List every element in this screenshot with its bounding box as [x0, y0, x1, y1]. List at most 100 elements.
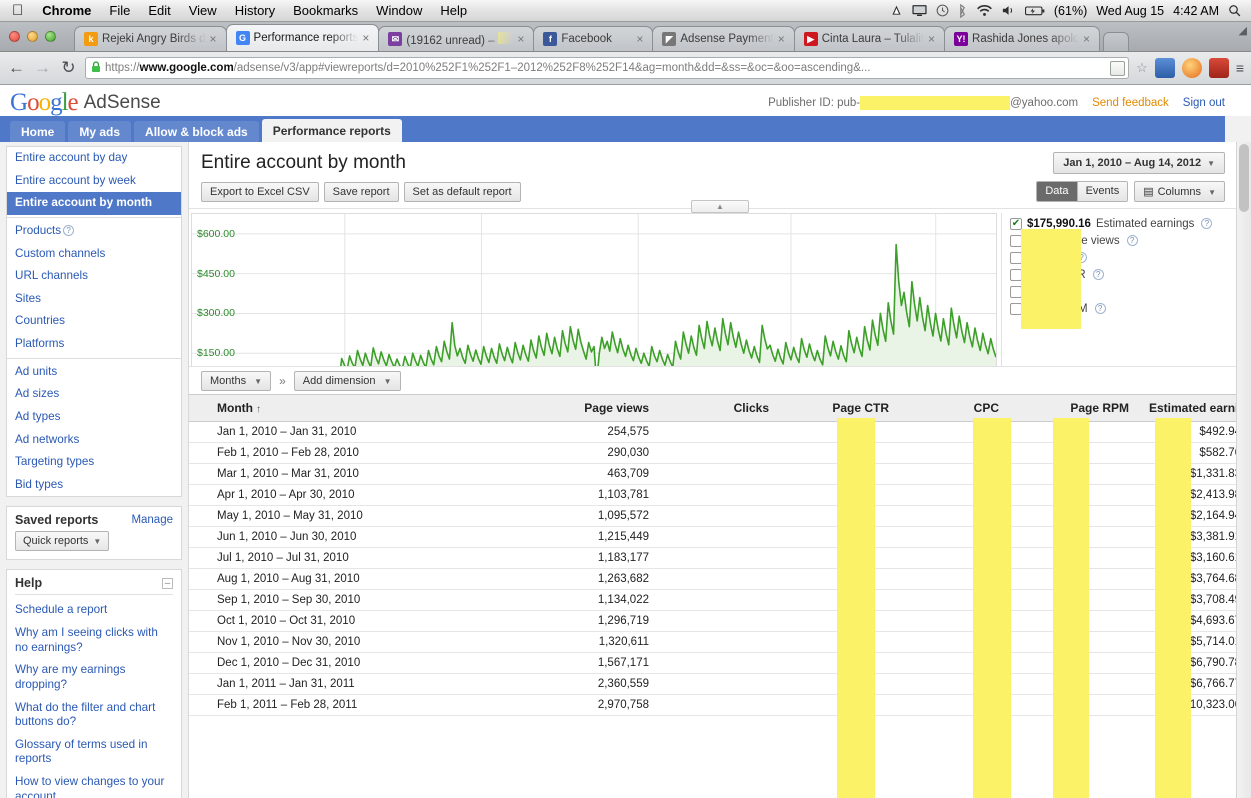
sidebar-item-ad-networks[interactable]: Ad networks: [7, 429, 181, 452]
sidebar-item-why-are-my-earnings-dropping[interactable]: Why are my earnings dropping?: [7, 659, 181, 696]
window-zoom-button[interactable]: [45, 31, 56, 42]
menu-item-file[interactable]: File: [100, 3, 139, 18]
display-icon[interactable]: [912, 4, 927, 17]
nav-tab-my-ads[interactable]: My ads: [68, 121, 132, 142]
table-header-clicks[interactable]: Clicks: [659, 394, 779, 422]
table-row[interactable]: Mar 1, 2010 – Mar 31, 2010 463,709 $1,331.…: [189, 463, 1251, 485]
tab-close-icon[interactable]: ×: [362, 31, 372, 45]
bookmark-star-icon[interactable]: ☆: [1136, 60, 1148, 76]
sidebar-item-platforms[interactable]: Platforms: [7, 333, 181, 356]
help-question-icon[interactable]: ?: [1201, 218, 1213, 229]
sidebar-item-ad-sizes[interactable]: Ad sizes: [7, 383, 181, 406]
chart-resize-handle[interactable]: ▲: [691, 200, 749, 213]
menu-item-edit[interactable]: Edit: [139, 3, 179, 18]
address-bar[interactable]: https://www.google.com/adsense/v3/app#vi…: [85, 57, 1130, 79]
table-row[interactable]: Jun 1, 2010 – Jun 30, 2010 1,215,449 $3,38…: [189, 526, 1251, 548]
table-row[interactable]: Dec 1, 2010 – Dec 31, 2010 1,567,171 $6,79…: [189, 652, 1251, 674]
table-row[interactable]: Jul 1, 2010 – Jul 31, 2010 1,183,177 $3,16…: [189, 547, 1251, 569]
sidebar-item-url-channels[interactable]: URL channels: [7, 265, 181, 288]
tab-close-icon[interactable]: ×: [517, 32, 527, 46]
sidebar-item-schedule-a-report[interactable]: Schedule a report: [7, 599, 181, 622]
set-as-default-report-button[interactable]: Set as default report: [403, 182, 521, 202]
table-header-page-views[interactable]: Page views: [489, 394, 659, 422]
tab-close-icon[interactable]: ×: [636, 32, 646, 46]
timemachine-icon[interactable]: [936, 4, 949, 17]
window-close-button[interactable]: [9, 31, 20, 42]
sidebar-item-custom-channels[interactable]: Custom channels: [7, 243, 181, 266]
add-dimension-button[interactable]: Add dimension ▼: [293, 370, 401, 391]
sidebar-item-ad-types[interactable]: Ad types: [7, 406, 181, 429]
help-question-icon[interactable]: ?: [1126, 235, 1138, 246]
table-row[interactable]: Nov 1, 2010 – Nov 30, 2010 1,320,611 $5,71…: [189, 631, 1251, 653]
tab-close-icon[interactable]: ×: [928, 32, 938, 46]
dimension-months-dropdown[interactable]: Months ▼: [201, 370, 272, 391]
expand-dimensions-icon[interactable]: »: [279, 374, 286, 388]
menu-item-window[interactable]: Window: [367, 3, 431, 18]
tab-close-icon[interactable]: ×: [1083, 32, 1093, 46]
reload-button[interactable]: ↻: [59, 58, 78, 78]
window-resize-handle[interactable]: ◢: [1239, 24, 1247, 37]
browser-tab-5[interactable]: ▶ Cinta Laura – Tulalit ×: [793, 26, 946, 51]
sidebar-item-entire-account-by-day[interactable]: Entire account by day: [7, 147, 181, 170]
window-minimize-button[interactable]: [27, 31, 38, 42]
browser-tab-3[interactable]: f Facebook ×: [533, 26, 654, 51]
browser-tab-6[interactable]: Y! Rashida Jones apolog ×: [944, 26, 1101, 51]
columns-button[interactable]: ▤ Columns ▼: [1134, 181, 1225, 202]
nav-tab-home[interactable]: Home: [10, 121, 66, 142]
browser-tab-4[interactable]: ◤ Adsense Payment ×: [652, 26, 795, 51]
sidebar-item-targeting-types[interactable]: Targeting types: [7, 451, 181, 474]
sign-out-link[interactable]: Sign out: [1183, 97, 1225, 109]
menu-item-chrome[interactable]: Chrome: [33, 3, 100, 18]
wifi-icon[interactable]: [976, 4, 993, 17]
manage-saved-reports-link[interactable]: Manage: [131, 514, 173, 526]
volume-icon[interactable]: [1002, 4, 1016, 17]
scrollbar-thumb[interactable]: [1239, 144, 1249, 212]
sidebar-item-bid-types[interactable]: Bid types: [7, 474, 181, 497]
sidebar-item-what-do-the-filter-and-chart-buttons-do[interactable]: What do the filter and chart buttons do?: [7, 697, 181, 734]
back-button[interactable]: ←: [7, 58, 26, 78]
sidebar-item-ad-units[interactable]: Ad units: [7, 361, 181, 384]
table-row[interactable]: Oct 1, 2010 – Oct 31, 2010 1,296,719 $4,69…: [189, 610, 1251, 632]
chrome-menu-icon[interactable]: ≡: [1236, 60, 1244, 76]
tab-close-icon[interactable]: ×: [778, 32, 788, 46]
table-row[interactable]: May 1, 2010 – May 31, 2010 1,095,572 $2,16…: [189, 505, 1251, 527]
legend-checkbox[interactable]: ✔: [1010, 217, 1022, 230]
browser-tab-1[interactable]: G Performance reports ×: [225, 24, 380, 51]
apple-logo-icon[interactable]: : [12, 3, 23, 18]
tab-events[interactable]: Events: [1076, 182, 1128, 201]
sidebar-item-products[interactable]: Products?: [7, 220, 181, 243]
sidebar-item-why-am-i-seeing-clicks-with-no-earnings[interactable]: Why am I seeing clicks with no earnings?: [7, 622, 181, 659]
table-row[interactable]: Aug 1, 2010 – Aug 31, 2010 1,263,682 $3,76…: [189, 568, 1251, 590]
sidebar-item-how-to-view-changes-to-your-account[interactable]: How to view changes to your account: [7, 771, 181, 798]
new-tab-button[interactable]: [1103, 32, 1130, 51]
menu-item-history[interactable]: History: [226, 3, 284, 18]
help-question-icon[interactable]: ?: [63, 224, 75, 236]
nav-tab-allow-block-ads[interactable]: Allow & block ads: [134, 121, 259, 142]
table-row[interactable]: Apr 1, 2010 – Apr 30, 2010 1,103,781 $2,41…: [189, 484, 1251, 506]
menu-item-view[interactable]: View: [180, 3, 226, 18]
tab-close-icon[interactable]: ×: [210, 32, 220, 46]
nav-tab-performance-reports[interactable]: Performance reports: [261, 119, 402, 142]
sidebar-item-sites[interactable]: Sites: [7, 288, 181, 311]
table-row[interactable]: Jan 1, 2010 – Jan 31, 2010 254,575 $492.94: [189, 421, 1251, 443]
table-header-month[interactable]: Month ↑: [189, 394, 489, 422]
extension-icon-red[interactable]: [1208, 58, 1229, 78]
tab-data[interactable]: Data: [1037, 182, 1077, 201]
date-range-picker[interactable]: Jan 1, 2010 – Aug 14, 2012 ▼: [1053, 152, 1225, 174]
browser-tab-2[interactable]: ✉ (19162 unread) – ×: [378, 26, 535, 51]
help-question-icon[interactable]: ?: [1094, 303, 1106, 314]
bluetooth-icon[interactable]: [958, 3, 967, 18]
forward-button[interactable]: →: [33, 58, 52, 78]
page-scrollbar[interactable]: [1236, 142, 1251, 798]
sidebar-item-entire-account-by-month[interactable]: Entire account by month: [7, 192, 181, 215]
table-row[interactable]: Feb 1, 2010 – Feb 28, 2010 290,030 $582.76: [189, 442, 1251, 464]
help-collapse-button[interactable]: –: [162, 577, 173, 589]
sidebar-item-entire-account-by-week[interactable]: Entire account by week: [7, 170, 181, 193]
save-report-button[interactable]: Save report: [323, 182, 399, 202]
table-row[interactable]: Sep 1, 2010 – Sep 30, 2010 1,134,022 $3,70…: [189, 589, 1251, 611]
page-action-icon[interactable]: [1110, 60, 1126, 76]
spotlight-search-icon[interactable]: [1228, 4, 1241, 17]
table-row[interactable]: Feb 1, 2011 – Feb 28, 2011 2,970,758 $10,3…: [189, 694, 1251, 716]
quick-reports-dropdown[interactable]: Quick reports ▼: [15, 531, 110, 552]
send-feedback-link[interactable]: Send feedback: [1092, 97, 1169, 109]
